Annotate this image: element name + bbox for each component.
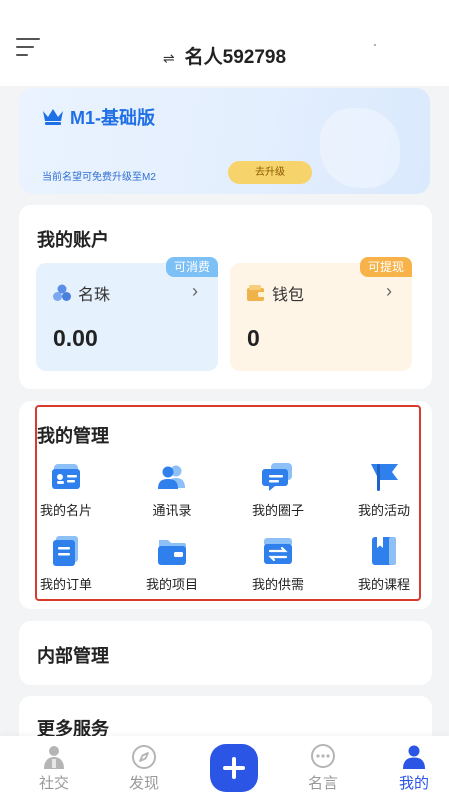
menu-item-business-card[interactable]: 我的名片 (26, 461, 106, 519)
upgrade-button[interactable]: 去升级 (228, 161, 312, 184)
pearl-icon (53, 284, 71, 301)
supply-demand-icon (264, 538, 292, 564)
menu-item-circle[interactable]: 我的圈子 (238, 461, 318, 519)
account-panel: 我的账户 可消费 名珠 › 0.00 可提现 钱包 › 0 (19, 205, 432, 389)
menu-item-supply-demand[interactable]: 我的供需 (238, 535, 318, 593)
header-dot (374, 44, 376, 46)
quote-chat-icon (311, 744, 335, 768)
pearl-balance: 0.00 (53, 325, 98, 351)
menu-item-label: 我的名片 (39, 503, 92, 518)
internal-management-title: 内部管理 (37, 646, 109, 666)
profile-icon (403, 745, 425, 769)
project-folder-icon (158, 540, 186, 565)
top-header: ⇌ 名人592798 (0, 0, 449, 86)
add-button[interactable] (210, 744, 258, 792)
nav-item-discover[interactable]: 发现 (114, 744, 174, 793)
nav-label-active: 我的 (398, 775, 429, 792)
wallet-card[interactable]: 可提现 钱包 › 0 (230, 257, 412, 371)
menu-item-courses[interactable]: 我的课程 (344, 535, 424, 593)
menu-item-label: 我的项目 (145, 577, 198, 592)
circle-chat-icon (262, 463, 292, 491)
page-title[interactable]: ⇌ 名人592798 (0, 42, 449, 69)
menu-item-label: 通讯录 (152, 503, 192, 518)
wallet-icon (247, 285, 265, 301)
membership-upgrade-hint: 当前名望可免费升级至M2 (42, 172, 156, 183)
crown-icon (43, 109, 63, 125)
bottom-navigation: 社交 发现 名言 我的 (0, 736, 449, 798)
menu-item-label: 我的课程 (357, 577, 410, 592)
page-title-text: 名人592798 (184, 47, 287, 68)
course-book-icon (372, 537, 396, 565)
chevron-right-icon: › (192, 281, 198, 301)
business-card-icon (52, 464, 80, 489)
management-title: 我的管理 (37, 426, 109, 446)
wallet-label: 钱包 (272, 287, 305, 304)
nav-label: 名言 (307, 775, 338, 792)
management-panel: 我的管理 我的名片 通讯录 我的圈子 我的活动 我的订单 我的项目 我的供需 我… (19, 401, 432, 609)
nav-item-quotes[interactable]: 名言 (293, 744, 353, 793)
menu-item-label: 我的供需 (251, 577, 304, 592)
internal-management-panel[interactable]: 内部管理 (19, 621, 432, 685)
menu-item-activity[interactable]: 我的活动 (344, 461, 424, 519)
account-title: 我的账户 (37, 230, 109, 250)
switch-icon[interactable]: ⇌ (163, 50, 175, 66)
activity-flag-icon (371, 464, 398, 491)
membership-level: M1-基础版 (70, 108, 155, 128)
menu-item-label: 我的活动 (357, 503, 410, 518)
social-icon (44, 746, 64, 769)
menu-item-label: 我的订单 (39, 577, 92, 592)
order-icon (53, 536, 78, 566)
nav-label: 发现 (128, 775, 159, 792)
menu-item-contacts[interactable]: 通讯录 (132, 461, 212, 519)
menu-item-orders[interactable]: 我的订单 (26, 535, 106, 593)
chevron-right-icon: › (386, 281, 392, 301)
wallet-badge: 可提现 (359, 257, 412, 277)
compass-icon (132, 745, 156, 769)
wallet-balance: 0 (247, 325, 260, 351)
nav-label: 社交 (38, 775, 69, 792)
pearl-label: 名珠 (78, 287, 111, 304)
menu-item-label: 我的圈子 (251, 503, 304, 518)
card-decoration (320, 108, 400, 188)
membership-card: M1-基础版 当前名望可免费升级至M2 去升级 (19, 88, 430, 194)
pearl-card[interactable]: 可消费 名珠 › 0.00 (36, 257, 218, 371)
nav-item-mine[interactable]: 我的 (384, 744, 444, 793)
menu-item-projects[interactable]: 我的项目 (132, 535, 212, 593)
pearl-badge: 可消费 (165, 257, 218, 277)
nav-item-social[interactable]: 社交 (24, 744, 84, 793)
contacts-icon (158, 465, 185, 489)
